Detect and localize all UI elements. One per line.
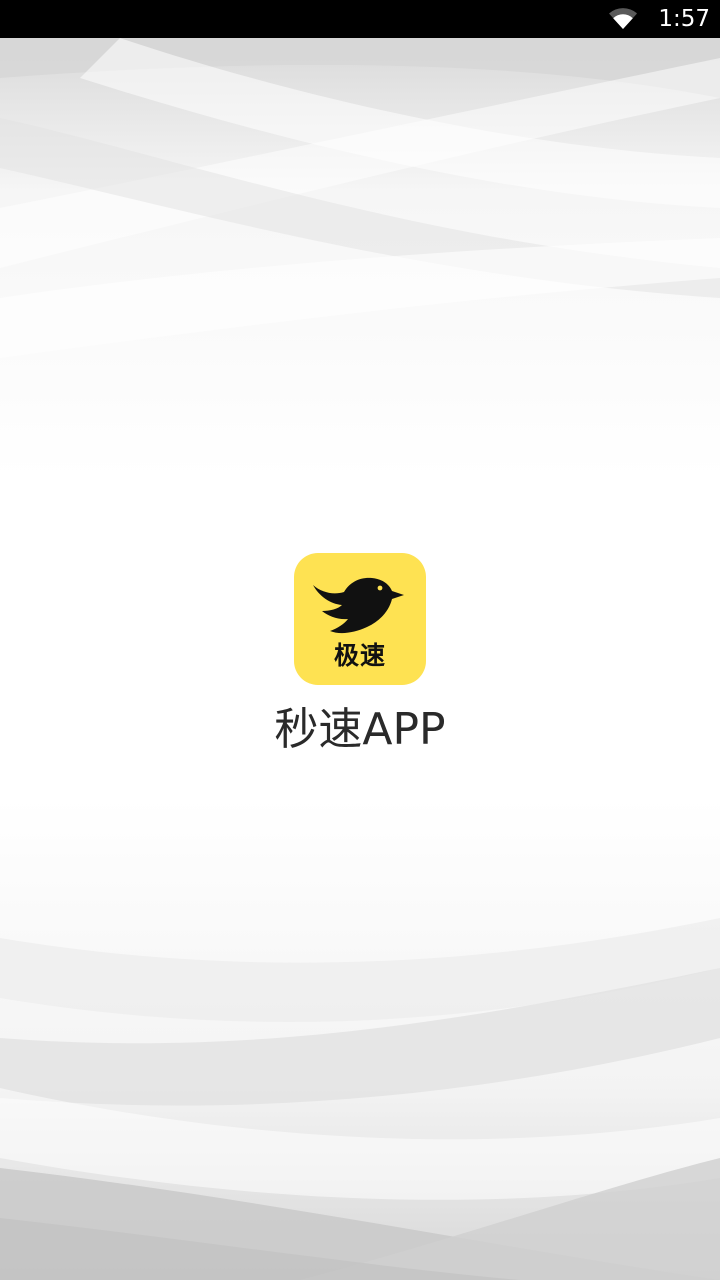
status-bar: 1:57 — [0, 0, 720, 38]
wifi-icon — [609, 8, 637, 29]
splash-content: 极速 秒速APP — [0, 553, 720, 773]
status-time: 1:57 — [658, 6, 710, 32]
app-icon: 极速 — [294, 553, 426, 685]
app-name: 秒速APP — [274, 704, 446, 755]
bird-icon — [313, 577, 404, 634]
splash-screen: 1:57 极速 秒速APP — [0, 0, 720, 1280]
app-icon-label: 极速 — [333, 641, 386, 670]
